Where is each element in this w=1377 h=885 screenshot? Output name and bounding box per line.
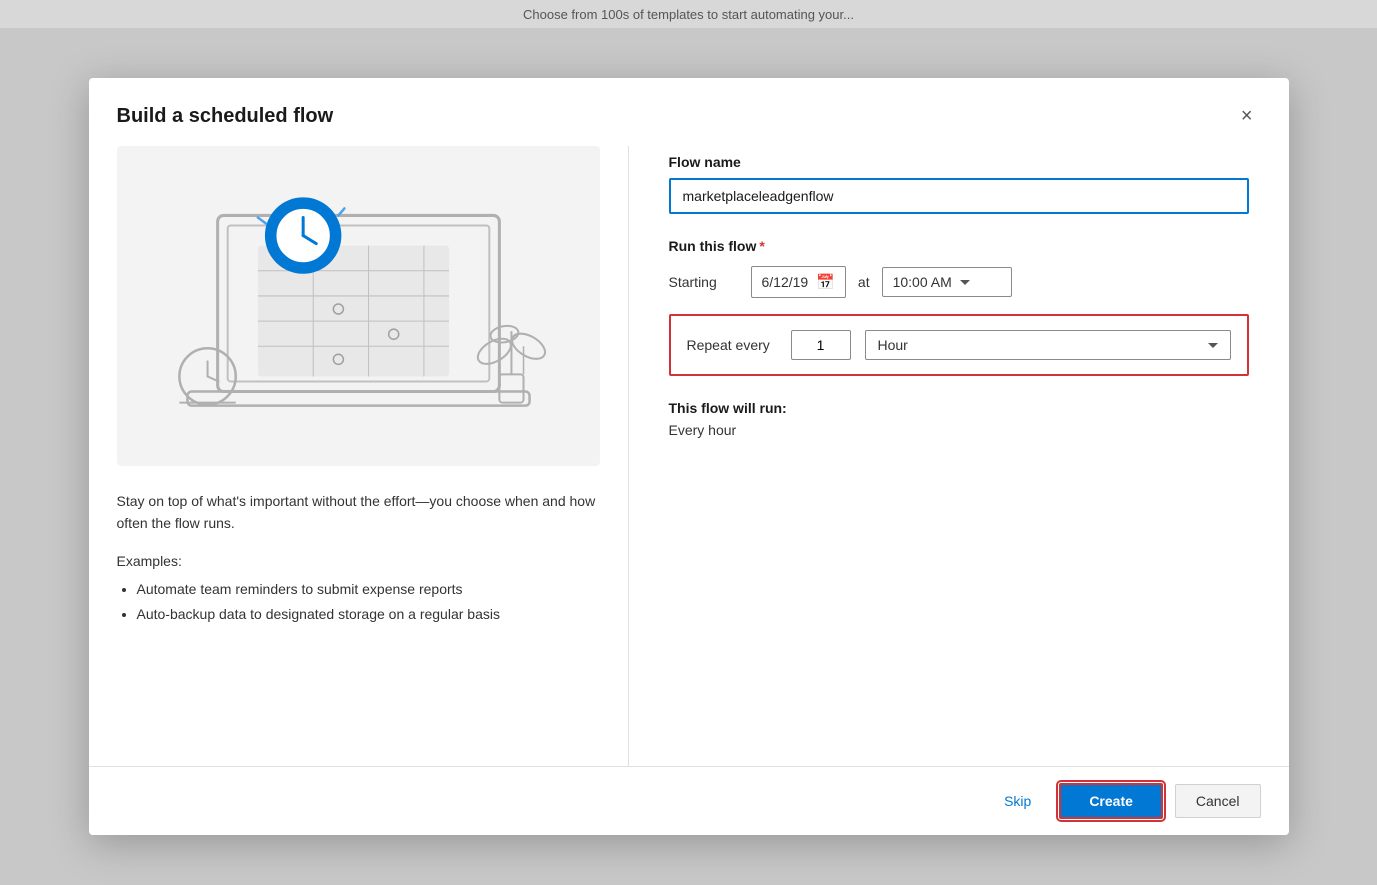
repeat-section: Repeat every Hour — [669, 314, 1249, 376]
flow-run-value: Every hour — [669, 422, 1249, 438]
at-label: at — [858, 274, 870, 290]
illustration — [117, 146, 600, 466]
run-flow-section: Run this flow * Starting 6/12/19 📅 at 10… — [669, 238, 1249, 438]
date-picker[interactable]: 6/12/19 📅 — [751, 266, 846, 298]
calendar-icon: 📅 — [816, 273, 835, 291]
starting-row: Starting 6/12/19 📅 at 10:00 AM — [669, 266, 1249, 298]
dialog-header: Build a scheduled flow × — [89, 78, 1289, 146]
create-button[interactable]: Create — [1059, 783, 1163, 819]
run-flow-label: Run this flow * — [669, 238, 1249, 254]
repeat-number-input[interactable] — [791, 330, 851, 360]
flow-name-label: Flow name — [669, 154, 1249, 170]
list-item: Auto-backup data to designated storage o… — [137, 602, 600, 627]
list-item: Automate team reminders to submit expens… — [137, 577, 600, 602]
repeat-label: Repeat every — [687, 337, 777, 353]
chevron-down-icon — [960, 280, 970, 285]
flow-run-section: This flow will run: Every hour — [669, 400, 1249, 438]
cancel-button[interactable]: Cancel — [1175, 784, 1261, 818]
close-button[interactable]: × — [1233, 102, 1261, 130]
skip-button[interactable]: Skip — [988, 785, 1047, 817]
top-bar: Choose from 100s of templates to start a… — [0, 0, 1377, 28]
required-star: * — [759, 238, 764, 254]
examples-label: Examples: — [117, 553, 600, 569]
description-text: Stay on top of what's important without … — [117, 490, 600, 535]
flow-name-input[interactable] — [669, 178, 1249, 214]
dialog: Build a scheduled flow × — [89, 78, 1289, 835]
right-panel: Flow name Run this flow * Starting 6/12/… — [629, 146, 1289, 766]
left-panel: Stay on top of what's important without … — [89, 146, 629, 766]
examples-list: Automate team reminders to submit expens… — [117, 577, 600, 627]
dialog-title: Build a scheduled flow — [117, 105, 334, 128]
repeat-unit-dropdown[interactable]: Hour — [865, 330, 1231, 360]
dialog-body: Stay on top of what's important without … — [89, 146, 1289, 766]
starting-label: Starting — [669, 274, 739, 290]
chevron-down-icon — [1208, 343, 1218, 348]
time-picker[interactable]: 10:00 AM — [882, 267, 1012, 297]
flow-name-group: Flow name — [669, 154, 1249, 214]
flow-run-title: This flow will run: — [669, 400, 1249, 416]
dialog-footer: Skip Create Cancel — [89, 766, 1289, 835]
